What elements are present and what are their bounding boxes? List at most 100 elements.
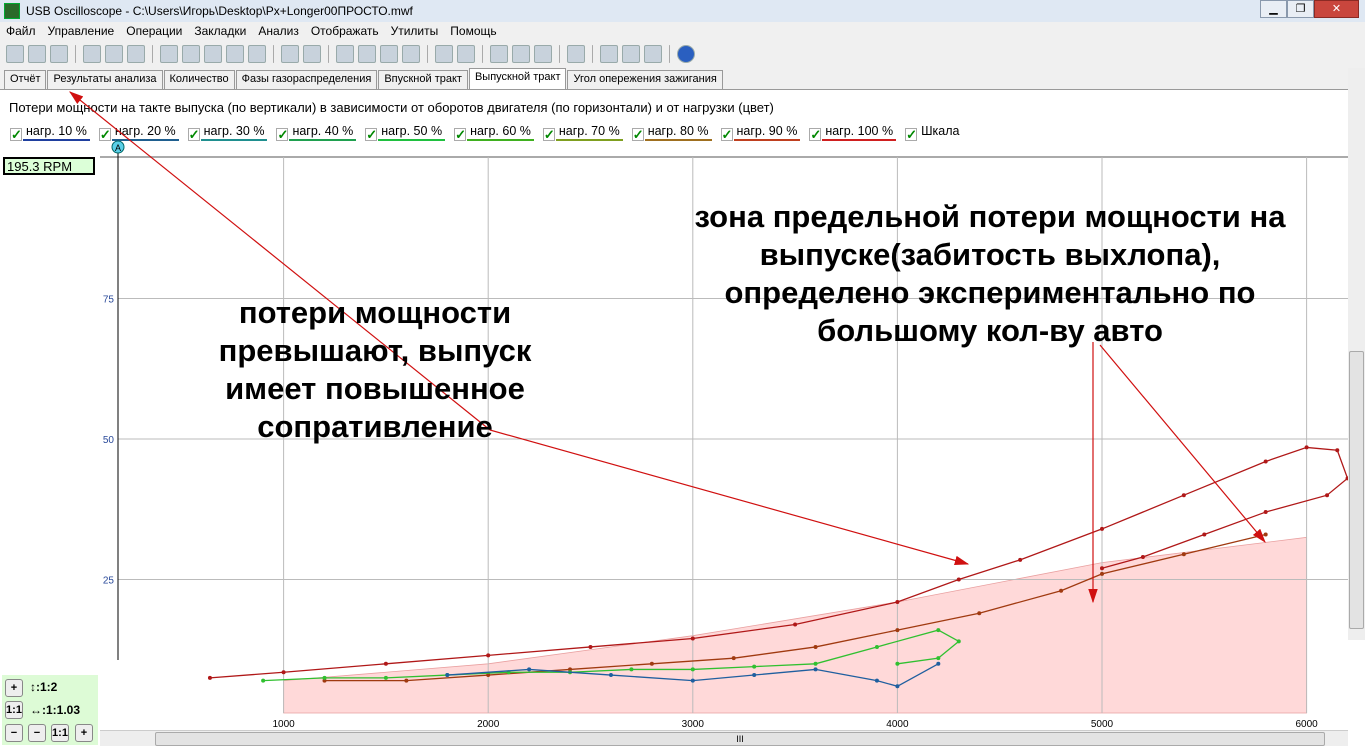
data-point (1181, 493, 1186, 498)
tab-bar: Отчёт Результаты анализа Количество Фазы… (4, 68, 724, 89)
separator (669, 45, 670, 63)
data-point (588, 644, 593, 649)
horizontal-scrollbar[interactable]: III (100, 730, 1348, 746)
horizontal-scroll-thumb[interactable]: III (155, 732, 1325, 746)
tab-ignition-advance[interactable]: Угол опережения зажигания (567, 70, 723, 89)
marker-icon[interactable] (160, 45, 178, 63)
data-point (690, 636, 695, 641)
reset-vertical-button[interactable]: 1:1 (5, 701, 23, 719)
filter2-icon[interactable] (226, 45, 244, 63)
data-point (1100, 526, 1104, 531)
script-run-icon[interactable] (512, 45, 530, 63)
x-tick-label: 1000 (272, 719, 295, 730)
vertical-scrollbar[interactable] (1348, 68, 1365, 640)
zoom-out-vertical-button[interactable]: − (5, 724, 23, 742)
delete-chart-icon[interactable] (303, 45, 321, 63)
menu-operations[interactable]: Операции (120, 24, 188, 38)
data-point (813, 667, 818, 672)
data-point (1140, 555, 1145, 560)
zoom-out-horizontal-button[interactable]: − (28, 724, 46, 742)
data-point (793, 622, 798, 627)
data-point (207, 675, 212, 680)
save-waveform-icon[interactable] (83, 45, 101, 63)
tab-exhaust[interactable]: Выпускной тракт (468, 68, 567, 89)
data-point (874, 678, 879, 683)
document-icon[interactable] (402, 45, 420, 63)
data-point (1018, 557, 1023, 562)
rpm-readout: 195.3 RPM (3, 157, 95, 175)
y-tick-label: 75 (103, 295, 115, 306)
open-icon[interactable] (6, 45, 24, 63)
zoom-icon[interactable] (457, 45, 475, 63)
data-point (629, 667, 634, 672)
save-selection-icon[interactable] (105, 45, 123, 63)
tab-quantity[interactable]: Количество (163, 70, 235, 89)
annotation-right: зона предельной потери мощности на выпус… (694, 199, 1286, 348)
separator (328, 45, 329, 63)
grid-icon[interactable] (435, 45, 453, 63)
data-point (956, 639, 961, 644)
separator (592, 45, 593, 63)
check-down-icon[interactable] (358, 45, 376, 63)
scope-icon[interactable] (600, 45, 618, 63)
vertical-scroll-thumb[interactable] (1349, 351, 1364, 629)
data-point (813, 661, 818, 666)
tool-icon[interactable] (127, 45, 145, 63)
menu-utilities[interactable]: Утилиты (385, 24, 445, 38)
minimize-button[interactable]: ▁ (1260, 0, 1287, 18)
help-icon[interactable] (677, 45, 695, 63)
zoom-in-vertical-button[interactable]: + (5, 679, 23, 697)
script-window-icon[interactable] (567, 45, 585, 63)
tab-valve-timing[interactable]: Фазы газораспределения (235, 70, 378, 89)
data-point (813, 644, 818, 649)
data-point (936, 661, 941, 666)
data-point (936, 656, 941, 661)
close-button[interactable]: ✕ (1314, 0, 1359, 18)
toolbar (0, 40, 1365, 68)
data-point (1263, 459, 1268, 464)
x-tick-label: 3000 (682, 719, 705, 730)
check-next-icon[interactable] (380, 45, 398, 63)
x-tick-label: 6000 (1295, 719, 1318, 730)
data-point (690, 678, 695, 683)
tab-report[interactable]: Отчёт (4, 70, 47, 89)
undo-icon[interactable] (248, 45, 266, 63)
tab-intake[interactable]: Впускной тракт (378, 70, 468, 89)
data-point (752, 664, 757, 669)
close-chart-icon[interactable] (644, 45, 662, 63)
menu-control[interactable]: Управление (42, 24, 121, 38)
zoom-in-horizontal-button[interactable]: + (75, 724, 93, 742)
menu-file[interactable]: Файл (0, 24, 42, 38)
print-icon[interactable] (50, 45, 68, 63)
annotation-left: потери мощности превышают, выпуск имеет … (218, 295, 532, 444)
menu-help[interactable]: Помощь (444, 24, 502, 38)
chart-panel: Потери мощности на такте выпуска (по вер… (0, 89, 1365, 748)
data-point (752, 673, 757, 678)
menu-bar: Файл Управление Операции Закладки Анализ… (0, 22, 1365, 40)
check-icon[interactable] (336, 45, 354, 63)
filter-icon[interactable] (204, 45, 222, 63)
data-point (1335, 448, 1340, 453)
script-open-icon[interactable] (490, 45, 508, 63)
data-point (895, 684, 900, 689)
menu-analysis[interactable]: Анализ (252, 24, 305, 38)
chart-icon[interactable] (281, 45, 299, 63)
save-icon[interactable] (28, 45, 46, 63)
tab-analysis-results[interactable]: Результаты анализа (47, 70, 163, 89)
cursor-a-label: A (115, 143, 121, 153)
data-point (322, 675, 327, 680)
menu-view[interactable]: Отображать (305, 24, 385, 38)
ruler-icon[interactable] (182, 45, 200, 63)
data-point (1202, 532, 1207, 537)
x-tick-label: 5000 (1091, 719, 1114, 730)
reset-horizontal-button[interactable]: 1:1 (51, 724, 69, 742)
data-point (956, 577, 961, 582)
data-point (936, 628, 941, 633)
x-tick-label: 2000 (477, 719, 500, 730)
maximize-button[interactable]: ❐ (1287, 0, 1314, 18)
menu-bookmarks[interactable]: Закладки (188, 24, 252, 38)
y-tick-label: 25 (103, 576, 115, 587)
report-icon[interactable] (622, 45, 640, 63)
script-stop-icon[interactable] (534, 45, 552, 63)
annotation-arrow (1099, 344, 1266, 543)
